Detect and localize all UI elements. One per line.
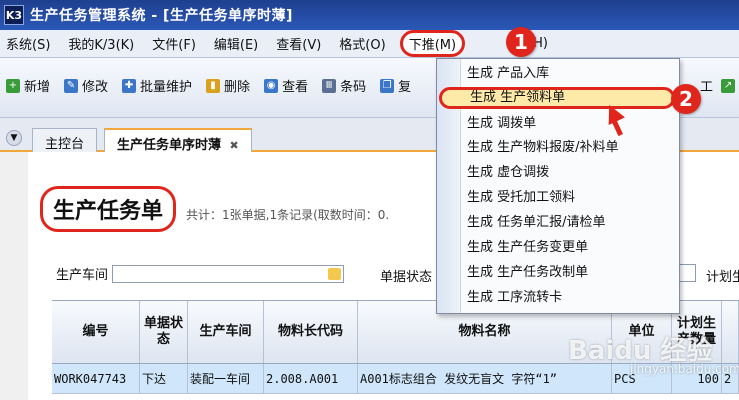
menu-push-down[interactable]: 下推(M) [399,30,466,57]
cell-material-code[interactable]: 2.008.A001 [264,364,358,393]
page-title: 生产任务单 [40,186,177,232]
menu-item-task-change[interactable]: 生成 生产任务变更单 [467,237,588,259]
title-bar: K3 生产任务管理系统 - [生产任务单序时薄] [0,0,739,30]
tab-production-task-list[interactable]: 生产任务单序时薄 ✖ [104,128,252,153]
edit-icon: ✎ [64,78,79,93]
cell-status[interactable]: 下达 [140,364,188,393]
tab-console[interactable]: 主控台 [32,128,98,152]
tab-production-task-list-label: 生产任务单序时薄 [117,138,222,153]
view-button-label: 查看 [282,80,309,95]
menu-system[interactable]: 系统(S) [6,34,50,53]
menu-item-material-requisition[interactable]: 生成 生产领料单 [439,87,675,109]
menu-item-virtual-transfer[interactable]: 生成 虚仓调拨 [467,162,549,184]
menu-bar: 系统(S) 我的K/3(K) 文件(F) 编辑(E) 查看(V) 格式(O) 下… [0,30,739,58]
record-summary: 共计：1张单据,1条记录(取数时间：0. [186,208,390,222]
barcode-button[interactable]: Ⅲ 条码 [322,76,366,95]
status-label: 单据状态 [380,270,433,285]
menu-item-product-receipt[interactable]: 生成 产品入库 [467,63,549,85]
view-icon: ◉ [264,78,279,93]
plan-label: 计划生 [706,270,739,285]
workshop-input[interactable] [112,264,345,283]
menu-file[interactable]: 文件(F) [152,34,196,53]
col-material-code[interactable]: 物料长代码 [264,301,358,363]
menu-item-consigned-picking[interactable]: 生成 受托加工领料 [467,187,575,209]
menu-my-k3[interactable]: 我的K/3(K) [68,34,134,53]
app-icon: K3 [4,5,24,25]
filter-workshop: 生产车间 [56,264,345,283]
delete-button-label: 删除 [224,80,251,95]
delete-button[interactable]: ▮ 删除 [206,76,250,95]
barcode-button-label: 条码 [340,80,367,95]
toolbar-right-label: 工 [700,80,714,95]
step-marker-2: 2 [671,84,701,114]
edit-button[interactable]: ✎ 修改 [64,76,108,95]
col-number[interactable]: 编号 [52,301,140,363]
watermark-url: jingyan.baidu.com [630,362,739,376]
cell-material-name[interactable]: A001标志组合 发纹无盲文 字符“1” [358,364,612,393]
menu-view[interactable]: 查看(V) [276,34,321,53]
menu-item-scrap-replenish[interactable]: 生成 生产物料报废/补料单 [467,137,619,159]
menu-format[interactable]: 格式(O) [339,34,385,53]
wrench-icon: ✚ [122,78,137,93]
menu-item-task-modify[interactable]: 生成 生产任务改制单 [467,262,588,284]
col-workshop[interactable]: 生产车间 [188,301,264,363]
window-title: 生产任务管理系统 - [生产任务单序时薄] [30,8,293,24]
workshop-label: 生产车间 [56,268,109,283]
menu-item-process-card[interactable]: 生成 工序流转卡 [467,287,562,309]
copy-button-label: 复 [398,80,412,95]
batch-maintain-button[interactable]: ✚ 批量维护 [122,76,192,95]
menu-item-transfer[interactable]: 生成 调拨单 [467,113,536,135]
view-button[interactable]: ◉ 查看 [264,76,308,95]
copy-button[interactable]: ❐ 复 [380,76,411,95]
step-marker-1: 1 [506,27,536,57]
cell-workshop[interactable]: 装配一车间 [188,364,264,393]
chart-icon: ↗ [721,78,736,93]
toolbar-right-button[interactable]: 工 ↗ [700,76,739,95]
menu-item-report-inspection[interactable]: 生成 任务单汇报/请检单 [467,212,606,234]
menu-edit[interactable]: 编辑(E) [214,34,258,53]
tab-list-dropdown-icon[interactable]: ▼ [6,130,22,146]
edit-button-label: 修改 [82,80,109,95]
col-status[interactable]: 单据状态 [140,301,188,363]
add-icon: + [6,78,20,93]
cell-number[interactable]: WORK047743 [52,364,140,393]
push-down-menu: 生成 产品入库 生成 生产领料单 生成 调拨单 生成 生产物料报废/补料单 生成… [436,58,680,314]
close-icon[interactable]: ✖ [230,139,239,152]
barcode-icon: Ⅲ [322,78,337,93]
lookup-icon[interactable] [328,267,342,280]
delete-icon: ▮ [206,78,221,93]
copy-icon: ❐ [380,78,395,93]
add-button[interactable]: + 新增 [6,76,50,95]
batch-maintain-label: 批量维护 [140,80,193,95]
add-button-label: 新增 [24,80,51,95]
col-extra[interactable] [722,301,739,363]
